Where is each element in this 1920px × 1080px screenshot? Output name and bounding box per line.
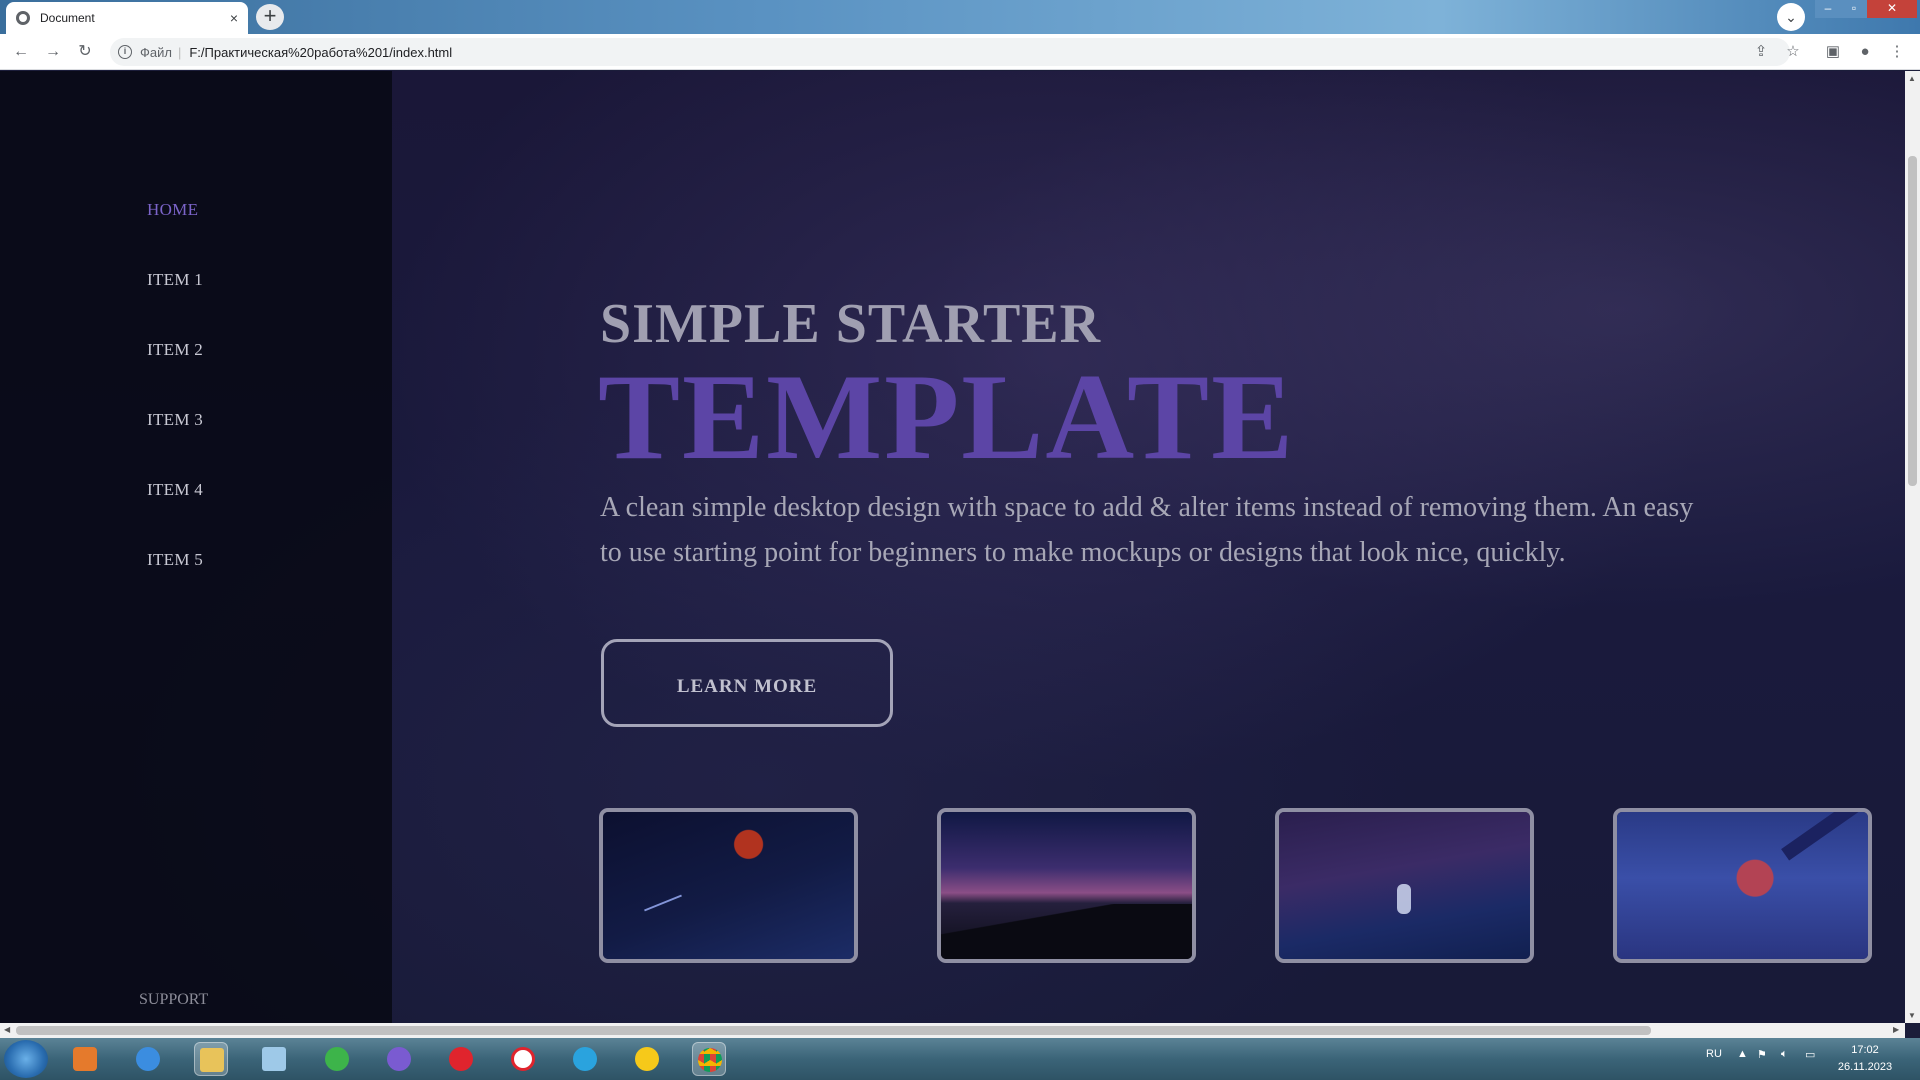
browser-menu-icon[interactable]: ⋮ xyxy=(1887,42,1907,62)
hero-description: A clean simple desktop design with space… xyxy=(600,492,1694,568)
sidebar-item-5[interactable]: ITEM 5 xyxy=(147,550,203,570)
sidebar-item-3[interactable]: ITEM 3 xyxy=(147,410,203,430)
windows-taskbar xyxy=(0,1038,1920,1080)
reload-icon[interactable]: ↻ xyxy=(74,42,96,62)
mountain-sunset-image xyxy=(941,812,1192,959)
internet-explorer-icon[interactable] xyxy=(131,1042,165,1076)
horizontal-scroll-thumb[interactable] xyxy=(16,1026,1651,1035)
thumbnail-red-moon[interactable] xyxy=(599,808,858,963)
learn-more-button[interactable]: LEARN MORE xyxy=(601,639,893,727)
sidebar-item-2[interactable]: ITEM 2 xyxy=(147,340,203,360)
scroll-right-icon[interactable]: ▶ xyxy=(1893,1025,1899,1034)
back-icon[interactable]: ← xyxy=(10,42,32,62)
minimize-button[interactable]: – xyxy=(1815,0,1841,18)
start-button[interactable] xyxy=(4,1040,48,1078)
cyberpunk-image xyxy=(1617,812,1868,959)
chrome-icon[interactable] xyxy=(692,1042,726,1076)
telegram-icon[interactable] xyxy=(568,1042,602,1076)
browser-tab[interactable]: Document × xyxy=(6,2,248,34)
new-tab-button[interactable]: + xyxy=(256,4,284,30)
tab-title: Document xyxy=(40,11,95,25)
sidebar-item-4[interactable]: ITEM 4 xyxy=(147,480,203,500)
address-url[interactable]: F:/Практическая%20работа%201/index.html xyxy=(189,45,452,60)
thumbnail-snow-night[interactable] xyxy=(1275,808,1534,963)
sidebar-item-1[interactable]: ITEM 1 xyxy=(147,270,203,290)
horizontal-scrollbar[interactable]: ◀ ▶ xyxy=(0,1023,1905,1038)
maximize-button[interactable]: ▫ xyxy=(1841,0,1867,18)
thumbnail-mountain-sunset[interactable] xyxy=(937,808,1196,963)
browser-tab-strip: Document × + ⌄ – ▫ ✕ xyxy=(0,0,1920,34)
clock-time: 17:02 xyxy=(1851,1044,1879,1056)
viber-icon[interactable] xyxy=(382,1042,416,1076)
address-scheme: Файл xyxy=(140,44,172,60)
file-explorer-icon[interactable] xyxy=(194,1042,228,1076)
profile-icon[interactable]: ● xyxy=(1855,42,1875,62)
network-icon[interactable]: ▭ xyxy=(1805,1048,1815,1061)
hero-title: TEMPLATE xyxy=(598,348,1296,485)
address-bar[interactable]: i Файл | F:/Практическая%20работа%201/in… xyxy=(110,38,1790,66)
scroll-left-icon[interactable]: ◀ xyxy=(4,1025,10,1034)
opera-icon[interactable] xyxy=(444,1042,478,1076)
share-icon[interactable]: ⇪ xyxy=(1751,42,1771,62)
night-sky-image xyxy=(603,812,854,959)
system-clock[interactable]: 17:02 26.11.2023 xyxy=(1830,1042,1900,1076)
forward-icon[interactable]: → xyxy=(42,42,64,62)
volume-icon[interactable]: 🔈︎ xyxy=(1781,1048,1788,1061)
address-separator: | xyxy=(177,44,182,60)
hero-kicker: SIMPLE STARTER xyxy=(600,293,1102,355)
tab-search-button[interactable]: ⌄ xyxy=(1777,3,1805,31)
support-link[interactable]: SUPPORT xyxy=(139,991,208,1009)
scroll-up-icon[interactable]: ▲ xyxy=(1908,74,1916,83)
page-viewport: HOME ITEM 1 ITEM 2 ITEM 3 ITEM 4 ITEM 5 … xyxy=(0,71,1905,1023)
media-player-icon[interactable] xyxy=(68,1042,102,1076)
globe-icon xyxy=(16,11,30,25)
vertical-scrollbar[interactable]: ▲ ▼ xyxy=(1905,71,1920,1023)
site-info-icon[interactable]: i xyxy=(118,45,132,59)
yandex-browser-icon[interactable] xyxy=(506,1042,540,1076)
vertical-scroll-thumb[interactable] xyxy=(1908,156,1917,486)
tray-expand-icon[interactable]: ▲ xyxy=(1737,1048,1748,1060)
side-panel-icon[interactable]: ▣ xyxy=(1823,42,1843,62)
scroll-down-icon[interactable]: ▼ xyxy=(1908,1011,1916,1020)
thumbnail-cyberpunk[interactable] xyxy=(1613,808,1872,963)
sidebar: HOME ITEM 1 ITEM 2 ITEM 3 ITEM 4 ITEM 5 … xyxy=(0,71,392,1023)
tab-close-icon[interactable]: × xyxy=(230,10,238,26)
snow-night-image xyxy=(1279,812,1530,959)
sidebar-item-home[interactable]: HOME xyxy=(147,200,198,220)
bookmark-star-icon[interactable]: ☆ xyxy=(1783,42,1803,62)
language-indicator[interactable]: RU xyxy=(1706,1048,1722,1060)
action-center-flag-icon[interactable]: ⚑ xyxy=(1757,1048,1767,1061)
clock-date: 26.11.2023 xyxy=(1837,1061,1893,1073)
yandex-music-icon[interactable] xyxy=(630,1042,664,1076)
browser-toolbar: ← → ↻ i Файл | F:/Практическая%20работа%… xyxy=(0,34,1920,70)
close-window-button[interactable]: ✕ xyxy=(1867,0,1917,18)
notes-icon[interactable] xyxy=(257,1042,291,1076)
bird-app-icon[interactable] xyxy=(320,1042,354,1076)
